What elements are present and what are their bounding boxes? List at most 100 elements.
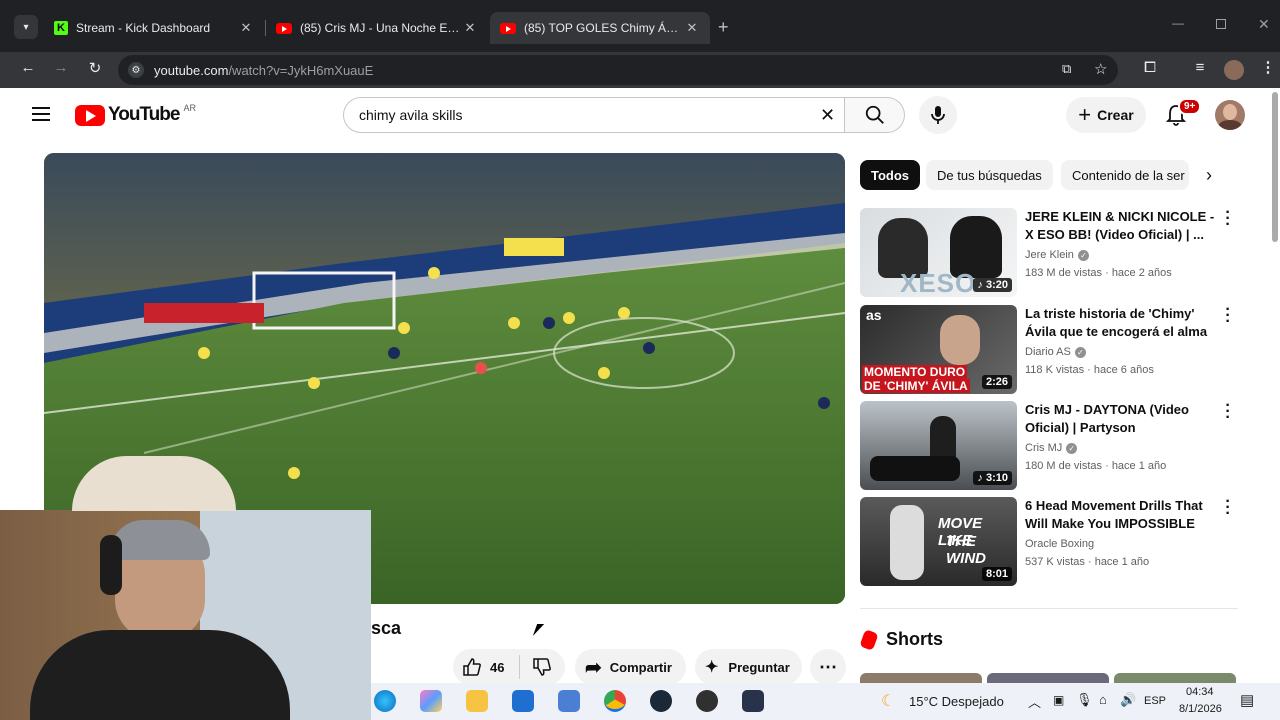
video-thumbnail[interactable]: XESO ♪ 3:20 bbox=[860, 208, 1017, 297]
video-thumbnail[interactable]: ♪ 3:10 bbox=[860, 401, 1017, 490]
restore-icon[interactable] bbox=[1216, 19, 1226, 29]
verified-icon: ✓ bbox=[1077, 249, 1089, 261]
more-options-icon[interactable]: · · · bbox=[1222, 302, 1234, 330]
tab-kick-dashboard[interactable]: K Stream - Kick Dashboard ✕ bbox=[44, 12, 264, 44]
store-icon[interactable] bbox=[512, 690, 534, 712]
shorts-label: Shorts bbox=[886, 629, 944, 649]
list-item[interactable]: as MOMENTO DURO DE 'CHIMY' ÁVILA 2:26 La… bbox=[860, 302, 1240, 395]
video-title-fragment: sca bbox=[371, 618, 402, 638]
obs-icon[interactable] bbox=[696, 690, 718, 712]
notification-center-icon[interactable]: ▤ bbox=[1240, 691, 1254, 709]
profile-avatar-icon[interactable] bbox=[1224, 60, 1244, 80]
browser-toolbar: ← → ↻ ⚙ youtube.com/watch?v=JykH6mXuauE … bbox=[0, 52, 1280, 88]
video-meta: 183 M de vistas · hace 2 años bbox=[1025, 267, 1172, 279]
scrollbar[interactable] bbox=[1272, 92, 1278, 242]
channel-name[interactable]: Diario AS ✓ bbox=[1025, 346, 1086, 358]
video-thumbnail[interactable]: as MOMENTO DURO DE 'CHIMY' ÁVILA 2:26 bbox=[860, 305, 1017, 394]
video-title[interactable]: Cris MJ - DAYTONA (Video Oficial) | Part… bbox=[1025, 401, 1217, 437]
volume-icon[interactable]: 🔊 bbox=[1120, 692, 1136, 708]
share-button[interactable]: ➦ Compartir bbox=[575, 649, 686, 685]
steam-icon[interactable] bbox=[650, 690, 672, 712]
minimize-icon[interactable]: — bbox=[1172, 16, 1184, 30]
channel-name[interactable]: Jere Klein ✓ bbox=[1025, 249, 1089, 261]
back-icon[interactable]: ← bbox=[18, 59, 38, 76]
list-item[interactable]: MOVE LIKE THE WIND 8:01 6 Head Movement … bbox=[860, 494, 1240, 587]
language-indicator[interactable]: ESP bbox=[1144, 695, 1166, 707]
tab-cris-mj[interactable]: (85) Cris MJ - Una Noche En Me ✕ bbox=[266, 12, 488, 44]
ask-button[interactable]: ✦ Preguntar bbox=[695, 649, 802, 685]
duration-badge: ♪ 3:20 bbox=[973, 278, 1012, 292]
more-options-icon[interactable]: · · · bbox=[1222, 398, 1234, 426]
create-button[interactable]: + Crear bbox=[1066, 97, 1146, 133]
video-thumbnail[interactable]: MOVE LIKE THE WIND 8:01 bbox=[860, 497, 1017, 586]
reload-icon[interactable]: ↻ bbox=[85, 59, 105, 77]
verified-icon: ✓ bbox=[1066, 442, 1078, 454]
music-icon: ♪ bbox=[977, 279, 986, 291]
channel-name[interactable]: Cris MJ ✓ bbox=[1025, 442, 1078, 454]
headset-icon bbox=[100, 535, 122, 595]
music-icon: ♪ bbox=[977, 472, 986, 484]
edge-icon[interactable] bbox=[374, 690, 396, 712]
video-title[interactable]: 6 Head Movement Drills That Will Make Yo… bbox=[1025, 497, 1217, 534]
like-count: 46 bbox=[490, 659, 505, 675]
sparkle-icon: ✦ bbox=[705, 659, 719, 676]
clear-search-icon[interactable]: ✕ bbox=[820, 105, 835, 126]
chip-next-icon[interactable]: › bbox=[1206, 165, 1212, 186]
media-icon[interactable]: ≡ bbox=[1190, 59, 1210, 76]
bookmark-star-icon[interactable]: ☆ bbox=[1094, 60, 1107, 78]
channel-name[interactable]: Oracle Boxing bbox=[1025, 538, 1094, 550]
more-actions-button[interactable]: ⋯ bbox=[810, 649, 846, 685]
new-tab-button[interactable]: + bbox=[718, 17, 729, 38]
close-window-icon[interactable]: ✕ bbox=[1258, 16, 1270, 33]
extensions-icon[interactable]: ⧠ bbox=[1140, 59, 1160, 76]
address-bar[interactable]: ⚙ youtube.com/watch?v=JykH6mXuauE ⧉ ☆ bbox=[118, 55, 1118, 85]
share-icon: ➦ bbox=[585, 656, 602, 679]
tab-top-goles[interactable]: (85) TOP GOLES Chimy Ávila co ✕ bbox=[490, 12, 710, 44]
list-item[interactable]: ♪ 3:10 Cris MJ - DAYTONA (Video Oficial)… bbox=[860, 398, 1240, 491]
clock-date[interactable]: 8/1/2026 bbox=[1179, 703, 1222, 715]
dislike-button[interactable] bbox=[520, 657, 564, 677]
tray-app-icon[interactable]: ▣ bbox=[1053, 693, 1064, 707]
list-item[interactable]: XESO ♪ 3:20 JERE KLEIN & NICKI NICOLE - … bbox=[860, 205, 1240, 298]
app-icon[interactable] bbox=[742, 690, 764, 712]
chrome-menu-icon[interactable]: ⋮ bbox=[1258, 58, 1278, 76]
tab-title: (85) Cris MJ - Una Noche En Me bbox=[300, 21, 462, 35]
shorts-icon bbox=[859, 628, 879, 651]
thumb-text: THE WIND bbox=[946, 533, 986, 567]
network-icon[interactable]: ⌂ bbox=[1099, 692, 1107, 707]
hamburger-menu-icon[interactable] bbox=[32, 107, 50, 121]
notifications-button[interactable]: 9+ bbox=[1165, 98, 1202, 128]
search-button[interactable] bbox=[845, 97, 905, 133]
close-tab-icon[interactable]: ✕ bbox=[462, 20, 478, 36]
more-options-icon[interactable]: · · · bbox=[1222, 494, 1234, 522]
forward-icon[interactable]: → bbox=[51, 59, 71, 76]
more-options-icon[interactable]: · · · bbox=[1222, 205, 1234, 233]
chip-de-tus-busquedas[interactable]: De tus búsquedas bbox=[926, 160, 1053, 190]
copilot-icon[interactable] bbox=[420, 690, 442, 712]
chrome-icon[interactable] bbox=[604, 690, 626, 712]
like-button[interactable]: 46 bbox=[453, 657, 519, 677]
youtube-logo[interactable]: YouTube AR bbox=[75, 103, 196, 126]
person-hair bbox=[110, 520, 210, 560]
search-input[interactable]: chimy avila skills ✕ bbox=[343, 97, 845, 133]
duration-badge: 8:01 bbox=[981, 567, 1012, 581]
tray-chevron-icon[interactable]: ︿ bbox=[1028, 692, 1041, 711]
clock-time[interactable]: 04:34 bbox=[1186, 686, 1214, 698]
thumb-text: MOMENTO DURO bbox=[862, 365, 968, 379]
file-explorer-icon[interactable] bbox=[466, 690, 488, 712]
site-info-icon[interactable]: ⚙ bbox=[128, 62, 144, 78]
chip-todos[interactable]: Todos bbox=[860, 160, 921, 190]
duration-badge: ♪ 3:10 bbox=[973, 471, 1012, 485]
chip-contenido[interactable]: Contenido de la ser bbox=[1061, 160, 1189, 190]
install-app-icon[interactable]: ⧉ bbox=[1062, 61, 1071, 77]
app-icon[interactable] bbox=[558, 690, 580, 712]
weather-text[interactable]: 15°C Despejado bbox=[909, 694, 1004, 709]
voice-search-button[interactable] bbox=[919, 96, 957, 134]
close-tab-icon[interactable]: ✕ bbox=[238, 20, 254, 36]
tray-mic-icon[interactable]: 🎙 bbox=[1076, 692, 1093, 708]
video-title[interactable]: JERE KLEIN & NICKI NICOLE - X ESO BB! (V… bbox=[1025, 208, 1217, 244]
account-avatar[interactable] bbox=[1215, 100, 1245, 130]
close-tab-icon[interactable]: ✕ bbox=[684, 20, 700, 36]
tab-search-button[interactable]: ▾ bbox=[14, 15, 38, 39]
video-title[interactable]: La triste historia de 'Chimy' Ávila que … bbox=[1025, 305, 1217, 342]
